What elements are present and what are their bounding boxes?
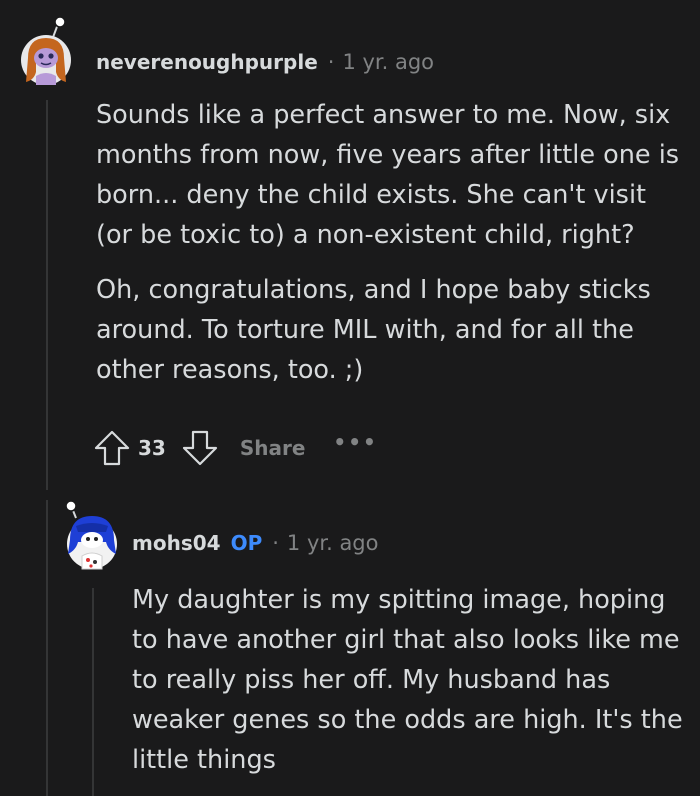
comment-meta: neverenoughpurple · 1 yr. ago — [96, 50, 434, 74]
username[interactable]: mohs04 — [132, 531, 221, 555]
thread-line[interactable] — [92, 588, 94, 796]
timestamp[interactable]: 1 yr. ago — [342, 50, 434, 74]
comment-mohs04: mohs04 OP · 1 yr. ago My daughter is my … — [0, 500, 700, 796]
user-avatar[interactable] — [20, 16, 72, 90]
comment-paragraph: Oh, congratulations, and I hope baby sti… — [96, 275, 651, 385]
comment-body: My daughter is my spitting image, hoping… — [132, 580, 692, 795]
snoo-avatar-purple-hair-icon — [21, 16, 71, 85]
downvote-icon[interactable] — [180, 428, 220, 468]
timestamp[interactable]: 1 yr. ago — [287, 531, 379, 555]
share-button[interactable]: Share — [240, 436, 306, 460]
snoo-avatar-blue-hair-icon — [65, 500, 117, 570]
comment-paragraph: Sounds like a perfect answer to me. Now,… — [96, 100, 680, 250]
comment-meta: mohs04 OP · 1 yr. ago — [132, 531, 379, 555]
user-avatar[interactable] — [65, 500, 118, 570]
vote-score: 33 — [138, 436, 166, 460]
comment-neverenoughpurple: neverenoughpurple · 1 yr. ago Sounds lik… — [0, 0, 700, 500]
comment-paragraph: My daughter is my spitting image, hoping… — [132, 585, 683, 775]
more-options-button[interactable]: ••• — [333, 430, 377, 454]
upvote-icon[interactable] — [92, 428, 132, 468]
meta-separator: · — [327, 50, 335, 74]
username[interactable]: neverenoughpurple — [96, 50, 318, 74]
op-badge: OP — [230, 531, 263, 555]
comment-actions: 33 Share ••• — [92, 428, 378, 468]
meta-separator: · — [272, 531, 279, 555]
thread-line[interactable] — [46, 500, 48, 796]
comment-body: Sounds like a perfect answer to me. Now,… — [96, 95, 686, 405]
thread-line[interactable] — [46, 100, 48, 490]
